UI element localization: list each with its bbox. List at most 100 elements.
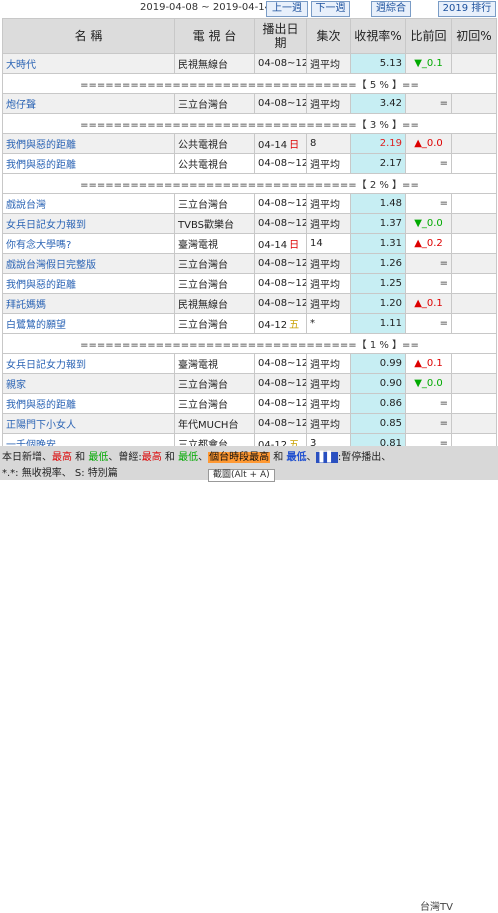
legend-text: 、 [198, 452, 209, 463]
change-cell: ▲_0.0 [405, 133, 452, 154]
episode-cell: 8 [306, 133, 351, 154]
rating-cell: 0.90 [350, 373, 406, 394]
col-channel: 電 視 台 [174, 18, 255, 54]
program-title-link[interactable]: 白鷺鷥的願望 [2, 313, 175, 334]
prev-week-button[interactable]: 上一週 [266, 1, 308, 17]
episode-cell: 週平均 [306, 293, 351, 314]
change-cell: ▼_0.0 [405, 373, 452, 394]
table-row: 我們與惡的距離 公共電視台 04-08~12 週平均 2.17 = [2, 153, 497, 174]
program-title-link[interactable]: 女兵日記女力報到 [2, 353, 175, 374]
date-cell: 04-08~12 [254, 193, 307, 214]
program-title-link[interactable]: 正陽門下小女人 [2, 413, 175, 434]
weekday-mark: 日 [289, 140, 300, 151]
separator-text: =================================【 3 % 】… [2, 113, 497, 134]
first-rating-cell [451, 373, 497, 394]
table-row: 拜託媽媽 民視無線台 04-08~12 週平均 1.20 ▲_0.1 [2, 293, 497, 314]
program-title-link[interactable]: 我們與惡的距離 [2, 133, 175, 154]
date-cell: 04-08~12 [254, 353, 307, 374]
ranking-2019-button[interactable]: 2019 排行 [438, 1, 496, 17]
rating-cell: 1.48 [350, 193, 406, 214]
legend-text: 、 [306, 452, 317, 463]
channel-cell: 年代MUCH台 [174, 413, 255, 434]
legend-highest: 最高 [52, 452, 72, 463]
episode-cell: 週平均 [306, 213, 351, 234]
rating-cell: 1.37 [350, 213, 406, 234]
channel-cell: 三立台灣台 [174, 313, 255, 334]
date-cell: 04-08~12 [254, 93, 307, 114]
rating-cell: 1.25 [350, 273, 406, 294]
program-title-link[interactable]: 親家 [2, 373, 175, 394]
date-range: 2019-04-08 ~ 2019-04-14 [140, 2, 271, 13]
program-title-link[interactable]: 大時代 [2, 53, 175, 74]
arrow-up-icon: ▲_0.2 [414, 238, 443, 249]
legend-text: 和 [270, 452, 287, 463]
arrow-down-icon: ▼_0.0 [414, 218, 443, 229]
program-title-link[interactable]: 戲說台灣假日完整版 [2, 253, 175, 274]
program-title-link[interactable]: 我們與惡的距離 [2, 153, 175, 174]
program-title-link[interactable]: 炮仔聲 [2, 93, 175, 114]
change-cell: ▼_0.0 [405, 213, 452, 234]
program-title-link[interactable]: 拜託媽媽 [2, 293, 175, 314]
date-value: 04-08~12 [258, 358, 307, 369]
separator-row: =================================【 5 % 】… [2, 73, 497, 94]
program-title-link[interactable]: 戲說台灣 [2, 193, 175, 214]
program-title-link[interactable]: 我們與惡的距離 [2, 393, 175, 414]
table-row: 你有念大學嗎? 臺灣電視 04-14 日 14 1.31 ▲_0.2 [2, 233, 497, 254]
change-cell: ▼_0.1 [405, 53, 452, 74]
first-rating-cell [451, 353, 497, 374]
table-header-row: 名 稱 電 視 台 播出日期 集次 收視率% 比前回 初回% [2, 18, 497, 54]
channel-cell: 三立台灣台 [174, 373, 255, 394]
date-value: 04-08~12 [258, 58, 307, 69]
legend-text: 、曾經: [108, 452, 142, 463]
arrow-up-icon: ▲_0.1 [414, 298, 443, 309]
episode-cell: 週平均 [306, 353, 351, 374]
change-cell: = [405, 153, 452, 174]
change-cell: = [405, 93, 452, 114]
table-row: 戲說台灣假日完整版 三立台灣台 04-08~12 週平均 1.26 = [2, 253, 497, 274]
separator-row: =================================【 1 % 】… [2, 333, 497, 354]
first-rating-cell [451, 213, 497, 234]
episode-cell: 週平均 [306, 253, 351, 274]
weekday-mark: 五 [289, 320, 300, 331]
date-value: 04-08~12 [258, 278, 307, 289]
weekly-overall-button[interactable]: 週綜合 [371, 1, 411, 17]
rating-cell: 1.11 [350, 313, 406, 334]
episode-cell: 週平均 [306, 153, 351, 174]
first-rating-cell [451, 133, 497, 154]
table-row: 大時代 民視無線台 04-08~12 週平均 5.13 ▼_0.1 [2, 53, 497, 74]
program-title-link[interactable]: 你有念大學嗎? [2, 233, 175, 254]
legend-text: 本日新增、 [2, 452, 52, 463]
table-row: 我們與惡的距離 公共電視台 04-14 日 8 2.19 ▲_0.0 [2, 133, 497, 154]
channel-cell: 三立台灣台 [174, 253, 255, 274]
date-cell: 04-08~12 [254, 293, 307, 314]
legend-line-1: 本日新增、最高 和 最低、曾經:最高 和 最低、個台時段最高 和 最低、 ▌▌:暫… [2, 448, 391, 463]
channel-cell: 臺灣電視 [174, 353, 255, 374]
col-rating: 收視率% [350, 18, 406, 54]
channel-cell: 公共電視台 [174, 133, 255, 154]
rating-cell: 3.42 [350, 93, 406, 114]
rating-cell: 5.13 [350, 53, 406, 74]
separator-row: =================================【 2 % 】… [2, 173, 497, 194]
next-week-button[interactable]: 下一週 [311, 1, 350, 17]
episode-cell: 週平均 [306, 53, 351, 74]
first-rating-cell [451, 273, 497, 294]
table-row: 白鷺鷥的願望 三立台灣台 04-12 五 * 1.11 = [2, 313, 497, 334]
legend-ever-highest: 最高 [141, 452, 162, 463]
watermark: 台灣TV [420, 902, 453, 913]
equal-sign: = [439, 198, 448, 209]
pause-icon: ▌▌ [316, 452, 338, 463]
first-rating-cell [451, 313, 497, 334]
date-value: 04-12 [258, 320, 288, 331]
channel-cell: 三立台灣台 [174, 393, 255, 414]
first-rating-cell [451, 253, 497, 274]
date-cell: 04-08~12 [254, 393, 307, 414]
program-title-link[interactable]: 女兵日記女力報到 [2, 213, 175, 234]
col-episode: 集次 [306, 18, 351, 54]
change-cell: ▲_0.1 [405, 353, 452, 374]
separator-text: =================================【 1 % 】… [2, 333, 497, 354]
change-cell: = [405, 313, 452, 334]
legend-text: 和 [161, 452, 179, 463]
program-title-link[interactable]: 我們與惡的距離 [2, 273, 175, 294]
episode-cell: * [306, 313, 351, 334]
channel-cell: 公共電視台 [174, 153, 255, 174]
